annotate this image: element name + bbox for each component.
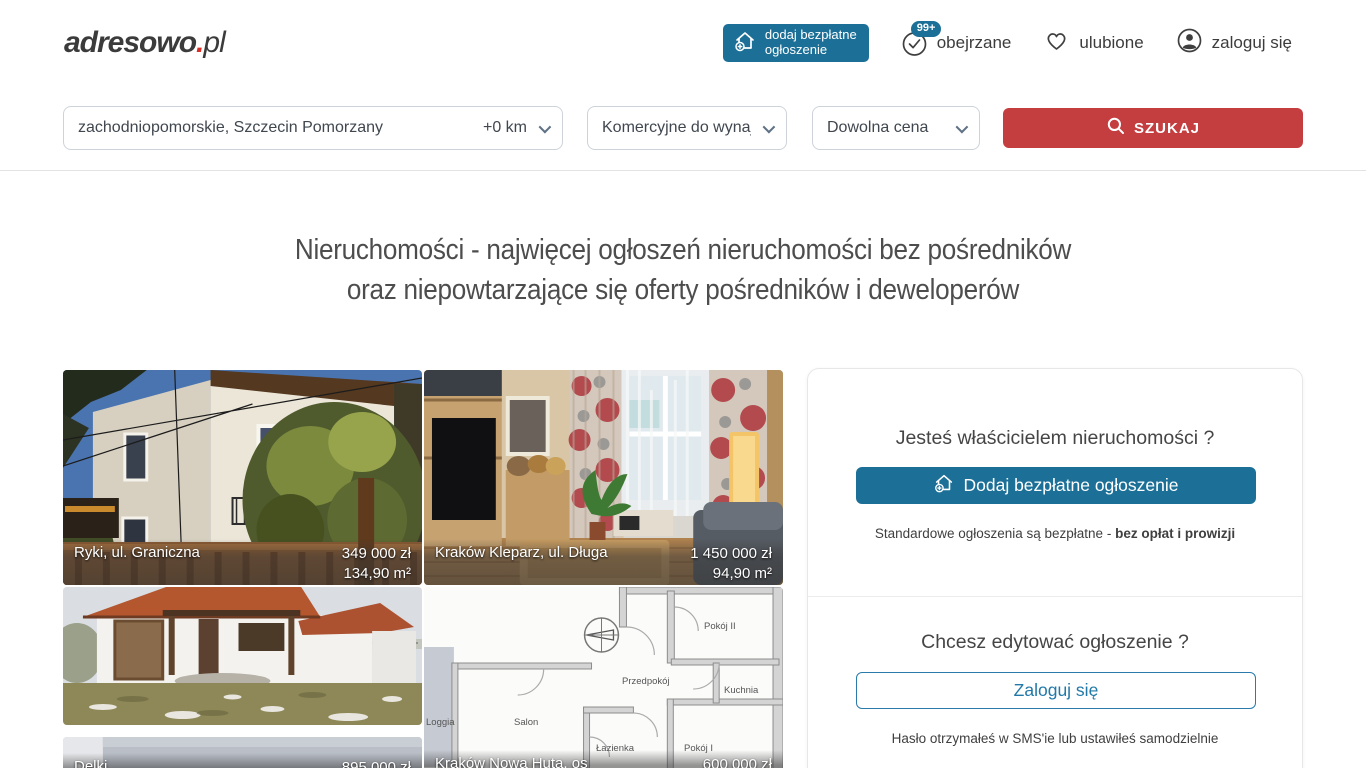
listing-card-ryki[interactable]: Ryki, ul. Graniczna 349 000 zł 134,90 m²: [63, 370, 422, 585]
header-actions: dodaj bezpłatne ogłoszenie 99+ obejrzane…: [723, 24, 1292, 62]
chevron-down-icon: [763, 120, 776, 133]
floorplan-room-label: Loggia: [426, 717, 455, 728]
viewed-button[interactable]: 99+ obejrzane: [901, 30, 1012, 57]
search-submit-button[interactable]: SZUKAJ: [1003, 108, 1303, 148]
listing-price: 895 000 zł: [342, 758, 411, 768]
listing-area: 94,90 m²: [690, 564, 772, 584]
check-circle-icon: 99+: [901, 30, 928, 57]
listing-address: Delki: [74, 758, 107, 768]
sidebar-add-listing-button[interactable]: Dodaj bezpłatne ogłoszenie: [856, 467, 1256, 504]
listing-caption: Ryki, ul. Graniczna 349 000 zł 134,90 m²: [63, 539, 422, 585]
price-select[interactable]: Dowolna cena: [812, 106, 980, 150]
sidebar-add-listing-label: Dodaj bezpłatne ogłoszenie: [963, 475, 1178, 496]
listing-address: Kraków Kleparz, ul. Długa: [435, 544, 608, 581]
chevron-down-icon: [956, 120, 969, 133]
owner-note: Standardowe ogłoszenia są bezpłatne - be…: [808, 526, 1302, 541]
logo-tld: pl: [203, 26, 224, 59]
listing-address: Ryki, ul. Graniczna: [74, 544, 200, 581]
favorites-label: ulubione: [1079, 33, 1143, 53]
listing-card-nowa-huta[interactable]: Pokój II Przedpokój Kuchnia Salon Loggia…: [424, 587, 783, 768]
location-input[interactable]: zachodniopomorskie, Szczecin Pomorzany +…: [63, 106, 563, 150]
listing-caption: Delki 895 000 zł: [63, 753, 422, 768]
header-divider: [0, 170, 1366, 171]
chevron-down-icon: [539, 120, 552, 133]
category-select[interactable]: Komercyjne do wynaję: [587, 106, 787, 150]
search-submit-label: SZUKAJ: [1134, 120, 1200, 137]
add-listing-label: dodaj bezpłatne ogłoszenie: [765, 28, 857, 58]
house-add-icon: [933, 472, 955, 499]
add-listing-button[interactable]: dodaj bezpłatne ogłoszenie: [723, 24, 869, 62]
listing-card-kleparz[interactable]: Kraków Kleparz, ul. Długa 1 450 000 zł 9…: [424, 370, 783, 585]
listing-photo-house2: [63, 587, 422, 725]
favorites-button[interactable]: ulubione: [1043, 27, 1143, 59]
sidebar-divider: [808, 596, 1302, 597]
page: adresowo.pl dodaj bezpłatne ogłoszenie: [0, 0, 1366, 768]
magnifier-icon: [1106, 116, 1126, 140]
location-value: zachodniopomorskie, Szczecin Pomorzany: [78, 119, 383, 137]
floorplan-room-label: Przedpokój: [622, 676, 670, 687]
listing-address: Kraków Nowa Huta, os: [435, 755, 588, 768]
floorplan-room-label: Salon: [514, 717, 538, 728]
sidebar-login-button[interactable]: Zaloguj się: [856, 672, 1256, 709]
listing-price: 1 450 000 zł: [690, 544, 772, 564]
owner-panel: Jesteś właścicielem nieruchomości ? Doda…: [807, 368, 1303, 768]
heart-icon: [1043, 27, 1070, 59]
house-add-icon: [733, 29, 757, 57]
login-button[interactable]: zaloguj się: [1176, 27, 1292, 59]
login-label: zaloguj się: [1212, 33, 1292, 53]
listing-price: 349 000 zł: [342, 544, 411, 564]
radius-value: +0 km: [483, 119, 527, 137]
listing-area: 134,90 m²: [342, 564, 411, 584]
logo[interactable]: adresowo.pl: [64, 26, 225, 60]
listing-photo-red-roof-house[interactable]: [63, 587, 422, 725]
listing-card-delki[interactable]: Delki 895 000 zł: [63, 737, 422, 768]
viewed-label: obejrzane: [937, 33, 1012, 53]
viewed-count-badge: 99+: [911, 21, 942, 37]
listing-caption: Kraków Kleparz, ul. Długa 1 450 000 zł 9…: [424, 539, 783, 585]
page-title: Nieruchomości - najwięcej ogłoszeń nieru…: [68, 230, 1297, 310]
listing-floorplan: [424, 587, 783, 768]
owner-heading: Jesteś właścicielem nieruchomości ?: [808, 427, 1302, 450]
category-value: Komercyjne do wynaję: [602, 119, 751, 137]
user-circle-icon: [1176, 27, 1203, 59]
search-bar: zachodniopomorskie, Szczecin Pomorzany +…: [63, 106, 1303, 150]
edit-note: Hasło otrzymałeś w SMS'ie lub ustawiłeś …: [808, 731, 1302, 746]
edit-heading: Chcesz edytować ogłoszenie ?: [808, 631, 1302, 654]
logo-main: adresowo: [64, 26, 196, 59]
floorplan-room-label: Pokój II: [704, 621, 736, 632]
listing-caption: Kraków Nowa Huta, os 600 000 zł: [424, 750, 783, 768]
sidebar-login-label: Zaloguj się: [1014, 680, 1099, 701]
price-value: Dowolna cena: [827, 119, 928, 137]
listing-price: 600 000 zł: [703, 755, 772, 768]
floorplan-room-label: Kuchnia: [724, 685, 758, 696]
